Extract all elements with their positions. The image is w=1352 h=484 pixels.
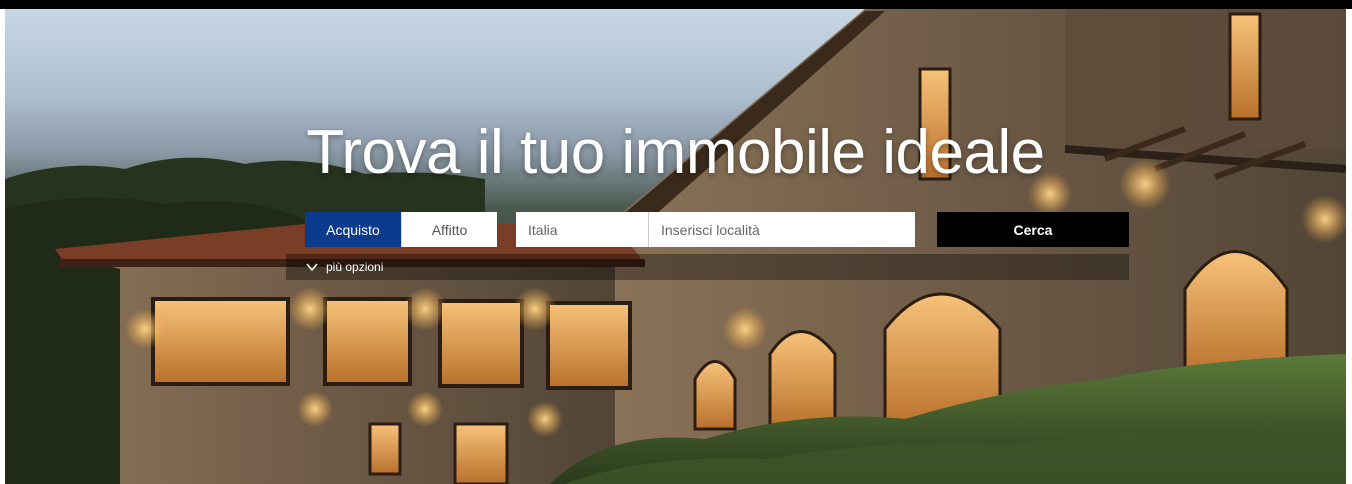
more-options-toggle[interactable]: più opzioni [286, 254, 1129, 280]
tab-acquisto[interactable]: Acquisto [305, 212, 401, 247]
location-search-input[interactable]: Inserisci località [649, 212, 915, 247]
tab-affitto[interactable]: Affitto [401, 212, 497, 247]
search-button[interactable]: Cerca [937, 212, 1129, 247]
hero-headline: Trova il tuo immobile ideale [306, 118, 1045, 187]
top-bar [0, 0, 1352, 9]
chevron-down-icon [306, 263, 318, 272]
more-options-label: più opzioni [326, 260, 384, 274]
country-field[interactable]: Italia [516, 212, 649, 247]
